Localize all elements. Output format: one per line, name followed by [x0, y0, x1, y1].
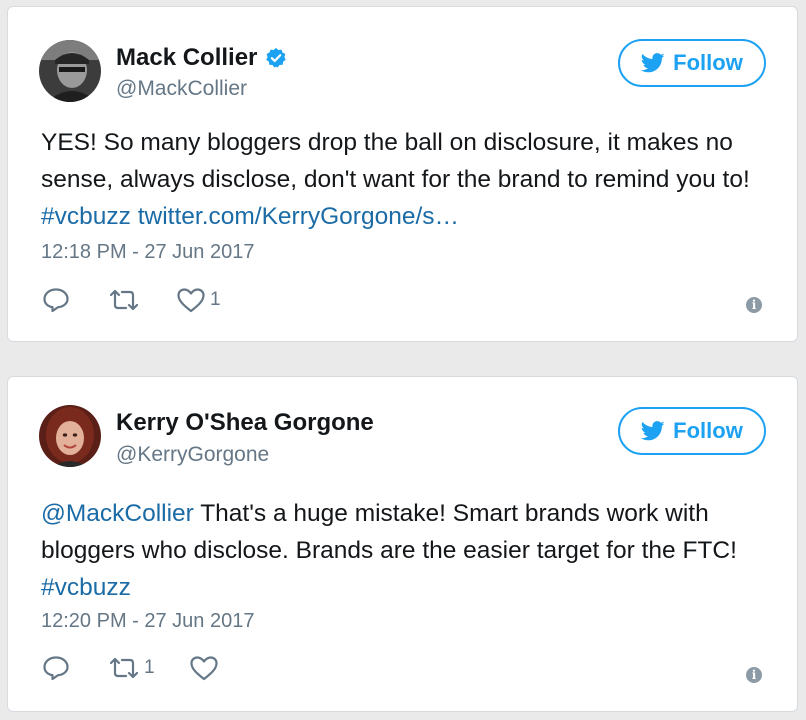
tweet-text-body: YES! So many bloggers drop the ball on d…	[41, 129, 750, 193]
reply-button[interactable]	[42, 287, 70, 313]
reply-icon	[43, 288, 69, 313]
follow-label: Follow	[673, 418, 743, 443]
author-name-text: Mack Collier	[116, 44, 258, 71]
twitter-bird-icon	[641, 421, 665, 441]
url-link[interactable]: twitter.com/KerryGorgone/s…	[138, 203, 459, 230]
retweet-icon	[109, 657, 139, 679]
author-handle[interactable]: @KerryGorgone	[116, 443, 269, 467]
author-name-text: Kerry O'Shea Gorgone	[116, 409, 374, 436]
avatar[interactable]	[39, 40, 101, 102]
tweet-actions: 1	[42, 287, 221, 313]
reply-icon	[43, 656, 69, 681]
retweet-icon	[109, 289, 139, 311]
follow-label: Follow	[673, 50, 743, 75]
tweet-actions: 1	[42, 655, 219, 681]
like-button[interactable]	[189, 655, 219, 681]
avatar-image	[39, 405, 101, 467]
author-name[interactable]: Mack Collier	[116, 44, 287, 72]
retweet-button[interactable]: 1	[108, 656, 155, 680]
avatar[interactable]	[39, 405, 101, 467]
author-handle[interactable]: @MackCollier	[116, 77, 247, 101]
retweet-count: 1	[144, 657, 155, 678]
hashtag-link[interactable]: #vcbuzz	[41, 203, 131, 230]
heart-icon	[177, 288, 205, 313]
timestamp[interactable]: 12:18 PM - 27 Jun 2017	[41, 241, 254, 264]
tweet-text: @MackCollier That's a huge mistake! Smar…	[41, 495, 771, 606]
hashtag-link[interactable]: #vcbuzz	[41, 574, 131, 601]
tweet-card: Kerry O'Shea Gorgone @KerryGorgone Follo…	[7, 376, 798, 712]
embed-frame: Mack Collier @MackCollier Follow YES! So…	[0, 0, 806, 720]
mention-link[interactable]: @MackCollier	[41, 500, 194, 527]
reply-button[interactable]	[42, 655, 70, 681]
info-icon[interactable]: i	[746, 297, 762, 313]
author-name[interactable]: Kerry O'Shea Gorgone	[116, 409, 374, 437]
like-count: 1	[210, 289, 221, 310]
heart-icon	[189, 656, 218, 681]
verified-badge-icon	[266, 47, 287, 68]
avatar-image	[39, 40, 101, 102]
twitter-bird-icon	[641, 53, 665, 73]
follow-button[interactable]: Follow	[618, 39, 766, 87]
like-button[interactable]: 1	[176, 287, 221, 313]
tweet-card: Mack Collier @MackCollier Follow YES! So…	[7, 6, 798, 342]
retweet-button[interactable]	[108, 288, 140, 312]
follow-button[interactable]: Follow	[618, 407, 766, 455]
tweet-text: YES! So many bloggers drop the ball on d…	[41, 124, 771, 235]
info-icon[interactable]: i	[746, 667, 762, 683]
timestamp[interactable]: 12:20 PM - 27 Jun 2017	[41, 610, 254, 633]
